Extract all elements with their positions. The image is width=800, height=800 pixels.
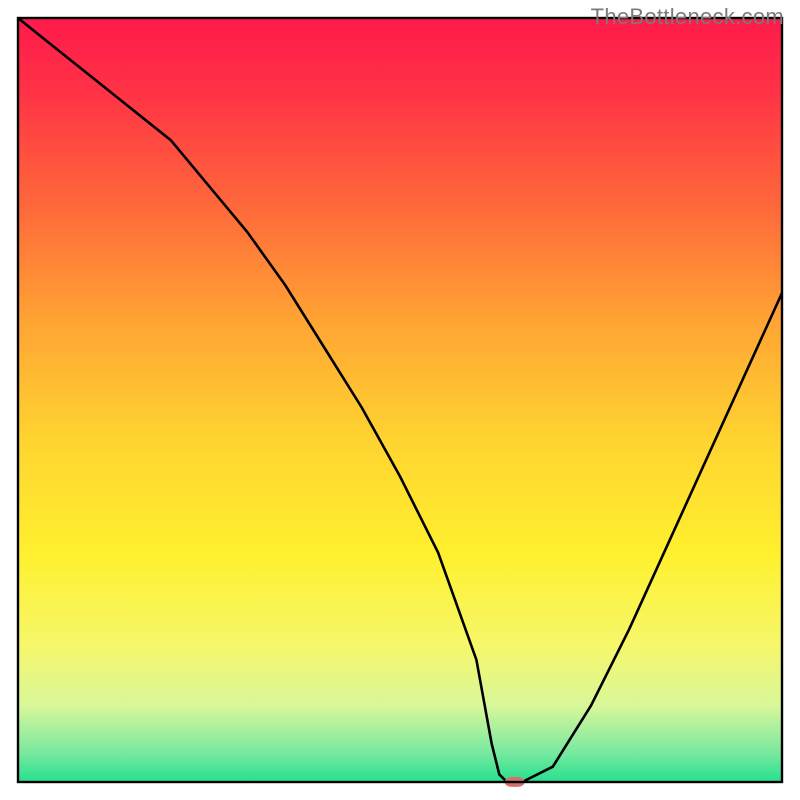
watermark-text: TheBottleneck.com <box>591 4 784 30</box>
gradient-background <box>18 18 782 782</box>
bottleneck-chart <box>0 0 800 800</box>
